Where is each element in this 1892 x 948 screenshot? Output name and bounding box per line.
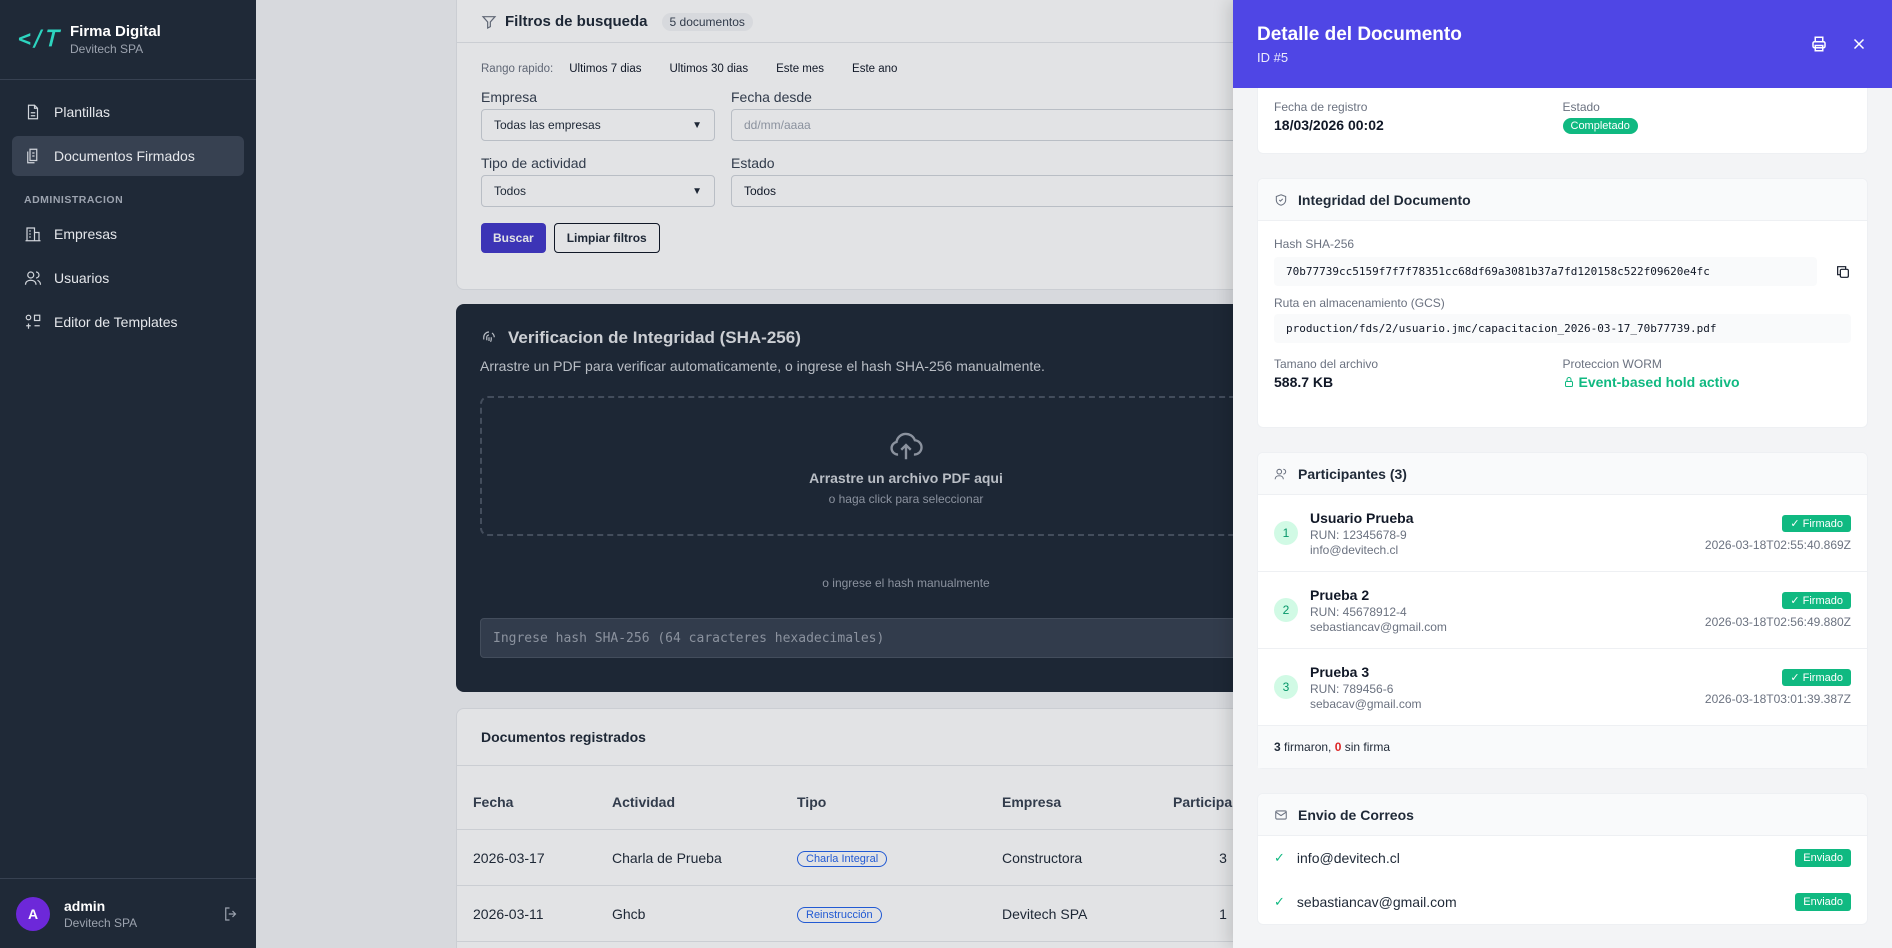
drawer-body: Fecha de registro 18/03/2026 00:02 Estad… [1233,88,1892,948]
signed-timestamp: 2026-03-18T02:56:49.880Z [1704,615,1851,629]
hash-value: 70b77739cc5159f7f7f78351cc68df69a3081b37… [1274,257,1817,286]
print-icon[interactable] [1810,35,1828,53]
email-address: sebastiancav@gmail.com [1296,894,1457,910]
sidebar-item-usuarios[interactable]: Usuarios [12,258,244,298]
integrity-title: Integridad del Documento [1298,191,1471,208]
close-icon[interactable] [1850,35,1868,53]
participant-number: 2 [1274,598,1298,622]
sidebar-item-label: Editor de Templates [54,314,178,330]
unsigned-text: sin firma [1344,740,1391,754]
fecha-registro-value: 18/03/2026 00:02 [1274,117,1384,133]
file-size-label: Tamano del archivo [1274,357,1379,371]
template-icon [25,314,41,329]
document-detail-drawer: Detalle del Documento ID #5 Fecha de reg… [1233,0,1892,948]
sidebar-nav: Plantillas Documentos Firmados ADMINISTR… [0,80,256,358]
sidebar-item-plantillas[interactable]: Plantillas [12,92,244,132]
worm-label: Proteccion WORM [1562,357,1662,371]
emails-title: Envio de Correos [1298,806,1414,823]
email-row: ✓ info@devitech.cl Enviado [1258,836,1867,880]
signed-badge: ✓ Firmado [1782,669,1851,686]
hash-label: Hash SHA-256 [1274,237,1355,251]
worm-value: Event-based hold activo [1578,374,1740,390]
participant-email: info@devitech.cl [1310,542,1399,557]
nav-section-label: ADMINISTRACION [24,194,124,206]
participant-number: 1 [1274,521,1298,545]
integrity-section: Integridad del Documento Hash SHA-256 70… [1257,178,1868,428]
sent-badge: Enviado [1795,849,1851,867]
participant-email: sebacav@gmail.com [1310,696,1422,711]
sidebar-item-label: Documentos Firmados [54,148,195,164]
participant-name: Usuario Prueba [1310,509,1414,526]
participant-row: 1 Usuario Prueba RUN: 12345678-9 info@de… [1258,495,1867,572]
copy-icon[interactable] [1835,264,1851,280]
app-company: Devitech SPA [70,42,144,56]
estado-label: Estado [1562,100,1600,114]
avatar[interactable]: A [16,896,50,931]
signed-timestamp: 2026-03-18T03:01:39.387Z [1704,692,1851,706]
emails-section: Envio de Correos ✓ info@devitech.cl Envi… [1257,793,1868,925]
participants-section: Participantes (3) 1 Usuario Prueba RUN: … [1257,452,1868,769]
document-icon [27,104,39,120]
document-id: ID #5 [1257,49,1289,65]
participant-run: RUN: 12345678-9 [1310,527,1407,542]
document-summary: Fecha de registro 18/03/2026 00:02 Estad… [1257,88,1868,154]
building-icon [25,227,41,242]
participant-name: Prueba 2 [1310,586,1370,603]
participant-name: Prueba 3 [1310,663,1370,680]
users-icon [24,271,42,285]
signed-badge: ✓ Firmado [1782,515,1851,532]
user-panel: A admin Devitech SPA [0,878,256,948]
drawer-header: Detalle del Documento ID #5 [1233,0,1892,88]
signed-timestamp: 2026-03-18T02:55:40.869Z [1704,538,1851,552]
storage-path-value: production/fds/2/usuario.jmc/capacitacio… [1274,314,1851,343]
users-icon [1274,468,1287,479]
status-badge: Completado [1562,118,1638,134]
brand[interactable]: </Ꭲ Firma Digital Devitech SPA [0,0,256,80]
sidebar-item-editor-templates[interactable]: Editor de Templates [12,302,244,342]
sidebar-item-empresas[interactable]: Empresas [12,214,244,254]
sidebar: </Ꭲ Firma Digital Devitech SPA Plantilla… [0,0,256,948]
signed-text: firmaron, [1284,740,1332,754]
user-company: Devitech SPA [64,915,138,930]
participant-number: 3 [1274,675,1298,699]
user-name: admin [64,897,106,914]
logo-icon: </Ꭲ [18,27,58,52]
sent-badge: Enviado [1795,893,1851,911]
sidebar-item-label: Usuarios [54,270,110,286]
sidebar-item-label: Plantillas [54,104,111,120]
email-row: ✓ sebastiancav@gmail.com Enviado [1258,880,1867,924]
storage-path-label: Ruta en almacenamiento (GCS) [1274,296,1445,310]
documents-icon [27,148,38,164]
mail-icon [1275,809,1287,820]
check-icon: ✓ [1274,850,1285,865]
file-size-value: 588.7 KB [1274,374,1334,390]
lock-icon [1564,377,1573,387]
participant-row: 3 Prueba 3 RUN: 789456-6 sebacav@gmail.c… [1258,649,1867,726]
participant-email: sebastiancav@gmail.com [1310,619,1447,634]
drawer-title: Detalle del Documento [1257,23,1462,45]
email-address: info@devitech.cl [1296,850,1400,866]
logout-icon[interactable] [222,905,240,923]
participant-row: 2 Prueba 2 RUN: 45678912-4 sebastiancav@… [1258,572,1867,649]
fecha-registro-label: Fecha de registro [1274,100,1368,114]
signed-count: 3 [1274,740,1281,754]
app-name: Firma Digital [70,23,161,40]
signature-summary: 3 firmaron, 0 sin firma [1258,726,1867,768]
participants-title: Participantes (3) [1298,465,1407,482]
sidebar-item-documentos-firmados[interactable]: Documentos Firmados [12,136,244,176]
shield-check-icon [1275,193,1287,206]
sidebar-item-label: Empresas [54,226,118,242]
signed-badge: ✓ Firmado [1782,592,1851,609]
participant-run: RUN: 45678912-4 [1310,604,1407,619]
unsigned-count: 0 [1334,740,1342,754]
check-icon: ✓ [1274,894,1285,909]
participant-run: RUN: 789456-6 [1310,681,1394,696]
